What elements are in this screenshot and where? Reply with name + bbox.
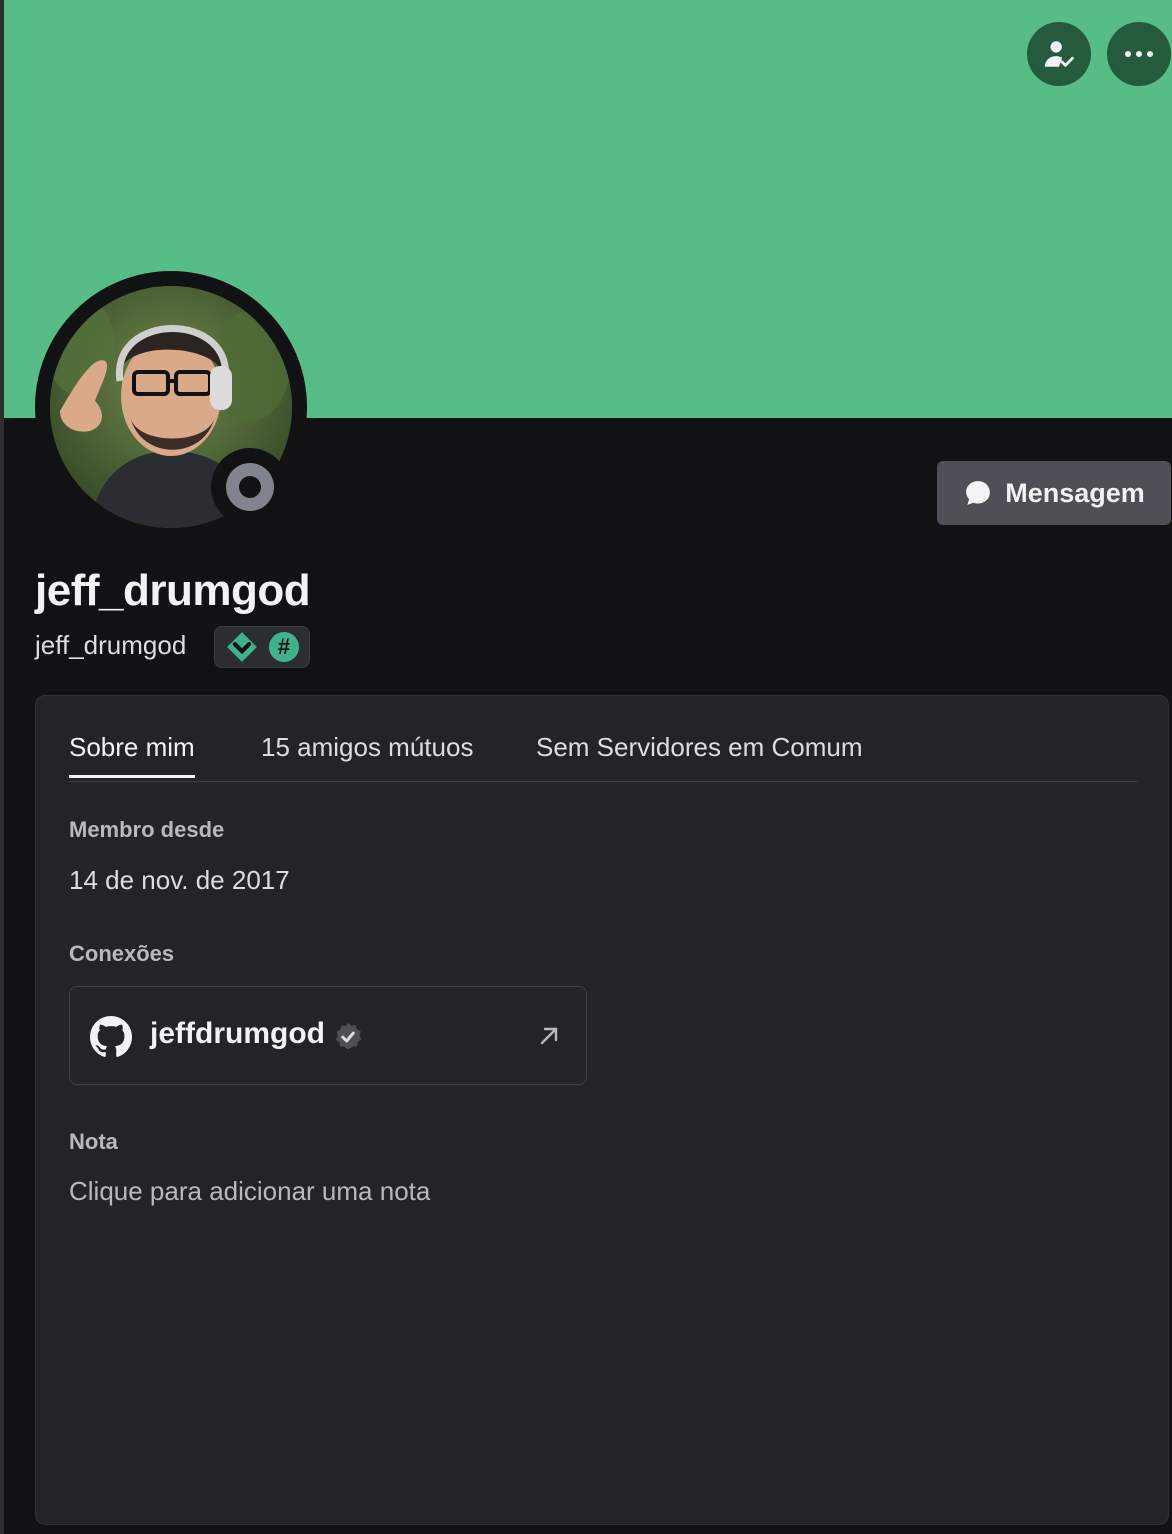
more-horizontal-icon <box>1125 51 1153 57</box>
hypesquad-badge-icon[interactable] <box>225 630 259 664</box>
tab-mutual-servers[interactable]: Sem Servidores em Comum <box>536 732 863 775</box>
username: jeff_drumgod <box>35 630 187 660</box>
person-check-icon <box>1044 41 1074 67</box>
message-button[interactable]: Mensagem <box>937 461 1171 525</box>
more-options-button[interactable] <box>1107 22 1171 86</box>
profile-info-card: Sobre mim 15 amigos mútuos Sem Servidore… <box>35 695 1169 1525</box>
connection-item-github[interactable]: jeffdrumgod <box>69 986 587 1085</box>
display-name: jeff_drumgod <box>35 566 311 615</box>
connection-name: jeffdrumgod <box>150 1017 325 1050</box>
offline-status-icon <box>226 463 274 511</box>
github-icon <box>90 1016 132 1057</box>
message-button-label: Mensagem <box>1005 477 1145 508</box>
tab-about-me[interactable]: Sobre mim <box>69 732 195 778</box>
chat-bubble-icon <box>966 481 991 505</box>
badge-list: # <box>214 626 310 668</box>
friend-status-button[interactable] <box>1027 22 1091 86</box>
profile-tabs: Sobre mim 15 amigos mútuos Sem Servidore… <box>69 696 1137 782</box>
note-input[interactable]: Clique para adicionar uma nota <box>69 1176 430 1207</box>
connections-label: Conexões <box>69 941 175 966</box>
tab-mutual-friends[interactable]: 15 amigos mútuos <box>261 732 473 775</box>
note-label: Nota <box>69 1129 118 1154</box>
status-indicator <box>211 448 289 526</box>
hash-badge-icon[interactable]: # <box>269 632 299 662</box>
member-since-value: 14 de nov. de 2017 <box>69 865 290 895</box>
external-link-icon[interactable] <box>538 1025 560 1047</box>
verified-icon <box>335 1023 362 1050</box>
member-since-label: Membro desde <box>69 817 225 842</box>
